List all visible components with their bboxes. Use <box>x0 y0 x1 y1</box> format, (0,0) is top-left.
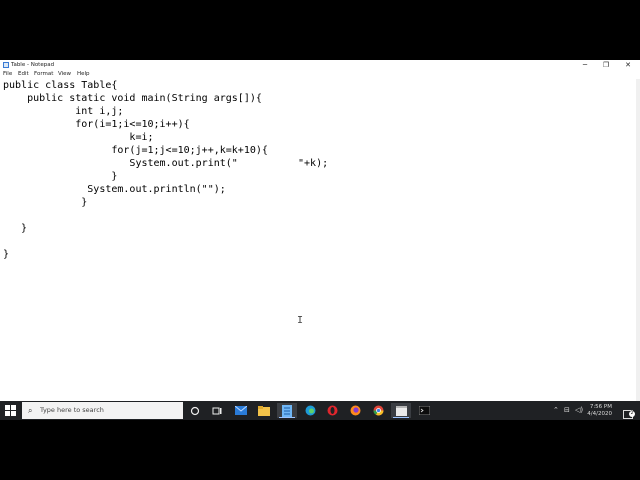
notepad-app-icon <box>3 62 9 68</box>
menu-file[interactable]: File <box>3 70 12 79</box>
firefox-icon[interactable] <box>345 403 365 418</box>
windows-start-icon[interactable] <box>5 405 16 416</box>
code-line: int i,j; <box>3 106 124 117</box>
opera-icon[interactable] <box>322 403 342 418</box>
code-line: k=i; <box>3 132 154 143</box>
task-view-icon[interactable] <box>185 403 205 418</box>
search-placeholder: Type here to search <box>40 406 104 414</box>
code-line: System.out.println(""); <box>3 184 226 195</box>
network-icon[interactable]: ⊟ <box>564 405 570 415</box>
clock-time[interactable]: 7:56 PM <box>582 404 612 411</box>
menu-format[interactable]: Format <box>34 70 53 79</box>
search-icon: ⌕ <box>28 406 33 415</box>
window-title: Table - Notepad <box>11 62 55 68</box>
code-line: } <box>3 197 88 208</box>
code-line: for(j=1;j<=10;j++,k=k+10){ <box>3 145 268 156</box>
taskbar: ⌕ Type here to search ⌃ ⊟ ◁) 7:56 PM 4/4… <box>0 401 640 420</box>
code-line: System.out.print(" "+k); <box>3 158 329 169</box>
menu-view[interactable]: View <box>58 70 71 79</box>
terminal-icon[interactable] <box>414 403 434 418</box>
menu-bar: File Edit Format View Help <box>0 70 640 79</box>
code-line: for(i=1;i<=10;i++){ <box>3 119 190 130</box>
mail-icon[interactable] <box>231 403 251 418</box>
code-line: } <box>3 223 28 234</box>
code-line: public class Table{ <box>3 80 118 91</box>
notification-center-icon[interactable]: 2 <box>623 405 635 419</box>
taskbar-search-box[interactable]: ⌕ Type here to search <box>22 402 183 419</box>
code-line: } <box>3 171 118 182</box>
vertical-scrollbar[interactable] <box>636 79 640 401</box>
code-line: } <box>3 249 10 260</box>
chevron-up-icon[interactable]: ⌃ <box>553 405 559 415</box>
text-editor-area[interactable]: public class Table{ public static void m… <box>0 79 636 401</box>
title-bar[interactable]: Table - Notepad ─ ❐ ✕ <box>0 60 640 70</box>
edge-icon[interactable] <box>300 403 320 418</box>
active-indicator <box>393 417 409 418</box>
menu-help[interactable]: Help <box>77 70 90 79</box>
file-explorer-icon[interactable] <box>254 403 274 418</box>
text-cursor-icon: I <box>297 315 304 326</box>
close-button[interactable]: ✕ <box>618 60 638 70</box>
code-line: public static void main(String args[]){ <box>3 93 262 104</box>
active-indicator <box>279 417 295 418</box>
menu-edit[interactable]: Edit <box>18 70 29 79</box>
notepad-taskbar-icon[interactable] <box>277 403 297 418</box>
desktop-screen: Table - Notepad ─ ❐ ✕ File Edit Format V… <box>0 60 640 420</box>
multitasking-icon[interactable] <box>207 403 227 418</box>
notification-count-badge: 2 <box>629 411 635 417</box>
maximize-button[interactable]: ❐ <box>596 60 616 70</box>
clock-date[interactable]: 4/4/2020 <box>582 411 612 418</box>
minimize-button[interactable]: ─ <box>575 60 595 70</box>
app-window-icon[interactable] <box>391 403 411 418</box>
chrome-icon[interactable] <box>368 403 388 418</box>
